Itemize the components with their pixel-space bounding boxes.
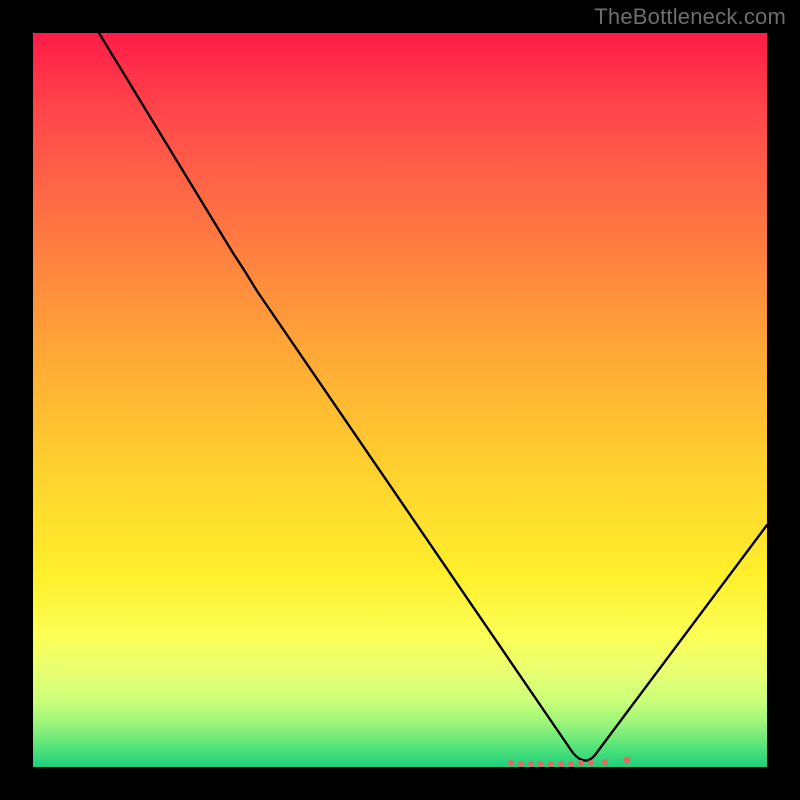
data-point [548,761,554,767]
data-point [588,760,594,766]
chart-frame: TheBottleneck.com [0,0,800,800]
data-point [558,761,564,767]
watermark-text: TheBottleneck.com [594,4,786,30]
data-point [528,761,534,767]
data-point [578,760,584,766]
curve-layer [33,33,767,767]
data-point [624,757,631,764]
data-point [602,759,608,765]
bottleneck-curve [99,33,767,761]
data-point [518,761,524,767]
data-point [508,760,514,766]
data-point [568,761,574,767]
plot-area [33,33,767,767]
data-point [538,761,544,767]
